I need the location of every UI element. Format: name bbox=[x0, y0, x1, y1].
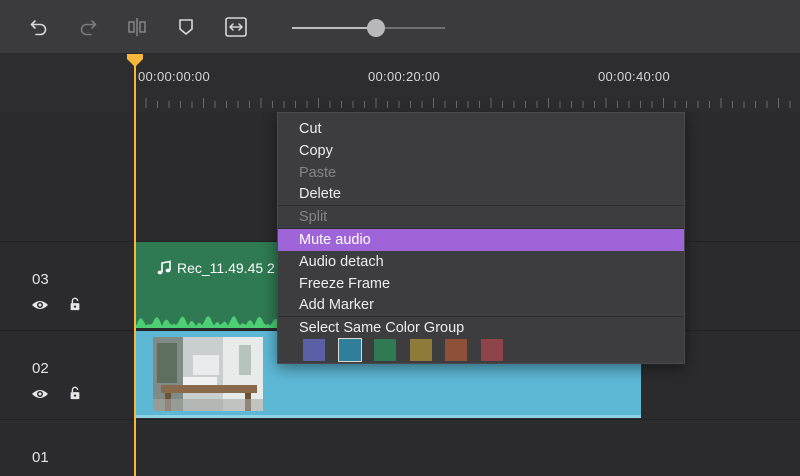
eye-icon[interactable] bbox=[31, 298, 49, 312]
track-header: 01 bbox=[0, 420, 136, 476]
color-swatch[interactable] bbox=[337, 338, 362, 362]
playhead-line[interactable] bbox=[134, 54, 136, 476]
audio-clip-title: Rec_11.49.45 2 bbox=[156, 260, 275, 276]
color-swatch[interactable] bbox=[480, 339, 503, 361]
toolbar bbox=[0, 0, 800, 54]
playhead-handle-icon[interactable] bbox=[127, 54, 143, 68]
color-swatch[interactable] bbox=[374, 339, 396, 361]
context-menu: Cut Copy Paste Delete Split Mute audio A… bbox=[277, 112, 685, 364]
unlock-icon[interactable] bbox=[66, 297, 84, 311]
menu-item-select-same-color-group[interactable]: Select Same Color Group bbox=[278, 317, 684, 339]
menu-item-delete[interactable]: Delete bbox=[278, 183, 684, 205]
ruler-ticks bbox=[145, 98, 791, 108]
marker-icon[interactable] bbox=[173, 14, 199, 40]
waveform-shape bbox=[136, 316, 280, 328]
ruler-label: 00:00:20:00 bbox=[368, 69, 440, 84]
audio-clip[interactable]: Rec_11.49.45 2 bbox=[136, 242, 280, 328]
track-number: 01 bbox=[32, 449, 49, 466]
unlock-icon[interactable] bbox=[66, 386, 84, 400]
menu-item-cut[interactable]: Cut bbox=[278, 118, 684, 140]
ruler-label: 00:00:40:00 bbox=[598, 69, 670, 84]
eye-icon[interactable] bbox=[31, 387, 49, 401]
audio-waveform bbox=[136, 316, 280, 328]
zoom-slider-fill bbox=[292, 27, 377, 29]
track-number: 03 bbox=[32, 271, 49, 288]
menu-item-freeze-frame[interactable]: Freeze Frame bbox=[278, 273, 684, 295]
track-header: 02 bbox=[0, 331, 136, 419]
zoom-slider-thumb[interactable] bbox=[367, 19, 386, 37]
track-number: 02 bbox=[32, 360, 49, 377]
undo-icon[interactable] bbox=[26, 14, 52, 40]
video-thumbnail bbox=[153, 337, 263, 411]
menu-item-split: Split bbox=[299, 209, 328, 225]
video-editor: 00:00:00:00 00:00:20:00 00:00:40:00 03 0… bbox=[0, 0, 800, 476]
color-swatch[interactable] bbox=[303, 339, 325, 361]
color-swatch[interactable] bbox=[409, 339, 432, 361]
menu-item-copy[interactable]: Copy bbox=[278, 140, 684, 162]
timeline-ruler[interactable]: 00:00:00:00 00:00:20:00 00:00:40:00 bbox=[0, 54, 800, 112]
track-header: 03 bbox=[0, 242, 136, 330]
fit-width-icon[interactable] bbox=[223, 14, 249, 40]
redo-icon[interactable] bbox=[75, 14, 101, 40]
menu-item-mute-audio[interactable]: Mute audio bbox=[278, 229, 684, 251]
audio-clip-name: Rec_11.49.45 2 bbox=[177, 260, 275, 276]
menu-item-paste: Paste bbox=[299, 165, 337, 181]
ruler-label: 00:00:00:00 bbox=[138, 69, 210, 84]
music-note-icon bbox=[157, 260, 171, 275]
color-swatch[interactable] bbox=[445, 339, 467, 361]
menu-item-add-marker[interactable]: Add Marker bbox=[278, 294, 684, 316]
menu-item-audio-detach[interactable]: Audio detach bbox=[278, 251, 684, 273]
split-icon[interactable] bbox=[124, 14, 150, 40]
track-row-01: 01 bbox=[0, 419, 800, 476]
